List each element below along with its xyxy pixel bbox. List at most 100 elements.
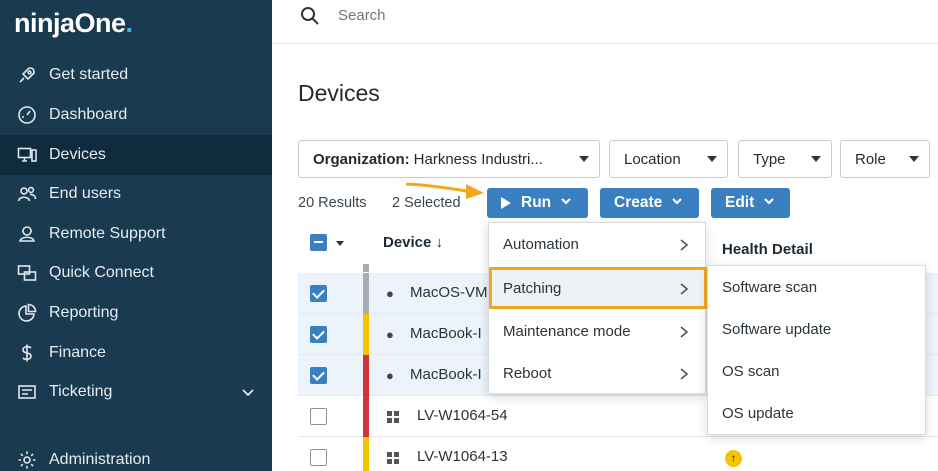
caret-down-icon bbox=[579, 156, 589, 162]
menu-item-label: Maintenance mode bbox=[503, 322, 631, 340]
run-dropdown-menu: Automation Patching Maintenance mode Reb… bbox=[488, 222, 707, 394]
windows-icon bbox=[387, 411, 399, 423]
sidebar-item-get-started[interactable]: Get started bbox=[0, 55, 272, 95]
caret-down-icon bbox=[811, 156, 821, 162]
menu-item-label: Reboot bbox=[503, 364, 552, 382]
chevron-down-icon[interactable] bbox=[240, 384, 256, 405]
apple-icon: ● bbox=[386, 286, 394, 301]
select-options-caret-icon[interactable] bbox=[336, 241, 344, 246]
apple-icon: ● bbox=[386, 368, 394, 383]
remote-support-icon bbox=[16, 223, 38, 245]
row-checkbox[interactable] bbox=[310, 367, 327, 384]
sidebar-item-label: Dashboard bbox=[49, 106, 128, 123]
search-input[interactable] bbox=[338, 7, 638, 24]
warning-arrow-up-icon: ↑ bbox=[725, 450, 742, 467]
top-search-bar bbox=[272, 0, 938, 44]
apple-icon: ● bbox=[386, 327, 394, 342]
sidebar-item-devices[interactable]: Devices bbox=[0, 135, 272, 175]
ninjaone-logo[interactable]: ninjaOne. bbox=[14, 8, 133, 39]
dollar-icon bbox=[16, 342, 38, 364]
gear-icon bbox=[16, 449, 38, 471]
chevron-right-icon bbox=[679, 325, 689, 342]
device-name[interactable]: MacBook-I bbox=[410, 366, 482, 383]
patching-submenu: Software scan Software update OS scan OS… bbox=[707, 265, 926, 435]
submenu-item-os-scan[interactable]: OS scan bbox=[708, 350, 927, 392]
row-checkbox[interactable] bbox=[310, 449, 327, 466]
location-filter[interactable]: Location bbox=[609, 140, 728, 178]
page-title: Devices bbox=[298, 80, 380, 106]
status-indicator bbox=[363, 437, 369, 471]
sidebar-item-finance[interactable]: Finance bbox=[0, 333, 272, 373]
sidebar: ninjaOne. Get started Dashboard Devices … bbox=[0, 0, 272, 471]
sidebar-item-label: Reporting bbox=[49, 304, 119, 321]
role-filter-label: Role bbox=[855, 150, 886, 168]
rocket-icon bbox=[16, 64, 38, 86]
sidebar-item-label: Ticketing bbox=[49, 383, 113, 400]
sidebar-item-label: End users bbox=[49, 185, 122, 202]
row-checkbox[interactable] bbox=[310, 408, 327, 425]
location-filter-label: Location bbox=[624, 150, 681, 168]
create-button-label: Create bbox=[614, 194, 663, 211]
caret-down-icon bbox=[909, 156, 919, 162]
device-name[interactable]: LV-W1064-54 bbox=[417, 407, 508, 424]
column-header-health-detail[interactable]: Health Detail bbox=[722, 241, 813, 258]
menu-item-patching[interactable]: Patching bbox=[489, 267, 707, 309]
sidebar-item-administration[interactable]: Administration bbox=[0, 440, 272, 471]
sidebar-item-remote-support[interactable]: Remote Support bbox=[0, 214, 272, 254]
chevron-down-icon bbox=[671, 194, 683, 212]
status-indicator bbox=[363, 396, 369, 437]
organization-filter-value: Harkness Industri... bbox=[413, 150, 543, 168]
sidebar-item-label: Quick Connect bbox=[49, 264, 154, 281]
menu-item-automation[interactable]: Automation bbox=[489, 223, 707, 265]
sidebar-item-end-users[interactable]: End users bbox=[0, 174, 272, 214]
edit-button-label: Edit bbox=[725, 194, 755, 211]
status-indicator bbox=[363, 355, 369, 396]
reporting-icon bbox=[16, 302, 38, 324]
submenu-item-label: OS update bbox=[722, 404, 794, 422]
chevron-right-icon bbox=[679, 367, 689, 384]
submenu-item-os-update[interactable]: OS update bbox=[708, 392, 927, 434]
type-filter-label: Type bbox=[753, 150, 786, 168]
status-indicator bbox=[363, 314, 369, 355]
annotation-arrow-icon bbox=[405, 182, 484, 199]
menu-item-reboot[interactable]: Reboot bbox=[489, 352, 707, 394]
users-icon bbox=[16, 183, 38, 205]
caret-down-icon bbox=[707, 156, 717, 162]
menu-item-label: Patching bbox=[503, 279, 562, 297]
organization-filter[interactable]: Organization: Harkness Industri... bbox=[298, 140, 600, 178]
device-name[interactable]: MacBook-I bbox=[410, 325, 482, 342]
submenu-item-label: OS scan bbox=[722, 362, 780, 380]
role-filter[interactable]: Role bbox=[840, 140, 930, 178]
type-filter[interactable]: Type bbox=[738, 140, 832, 178]
create-button[interactable]: Create bbox=[600, 188, 699, 218]
device-name[interactable]: MacOS-VM bbox=[410, 284, 488, 301]
table-row[interactable]: LV-W1064-13 ↑ bbox=[298, 437, 938, 471]
column-header-device[interactable]: Device ↓ bbox=[383, 234, 443, 251]
sidebar-item-reporting[interactable]: Reporting bbox=[0, 293, 272, 333]
sidebar-item-dashboard[interactable]: Dashboard bbox=[0, 95, 272, 135]
submenu-item-software-update[interactable]: Software update bbox=[708, 308, 927, 350]
menu-item-label: Automation bbox=[503, 235, 579, 253]
play-icon bbox=[501, 197, 511, 209]
row-checkbox[interactable] bbox=[310, 326, 327, 343]
chevron-right-icon bbox=[679, 282, 689, 299]
status-indicator bbox=[363, 264, 369, 272]
results-count: 20 Results bbox=[298, 195, 367, 211]
run-button-label: Run bbox=[521, 194, 552, 211]
submenu-item-software-scan[interactable]: Software scan bbox=[708, 266, 927, 308]
sidebar-item-label: Administration bbox=[49, 451, 151, 468]
menu-item-maintenance-mode[interactable]: Maintenance mode bbox=[489, 310, 707, 352]
quick-connect-icon bbox=[16, 262, 38, 284]
device-name[interactable]: LV-W1064-13 bbox=[417, 448, 508, 465]
search-icon[interactable] bbox=[300, 6, 320, 31]
edit-button[interactable]: Edit bbox=[711, 188, 790, 218]
chevron-right-icon bbox=[679, 238, 689, 255]
sidebar-item-quick-connect[interactable]: Quick Connect bbox=[0, 253, 272, 293]
submenu-item-label: Software scan bbox=[722, 278, 818, 296]
select-all-checkbox[interactable] bbox=[310, 234, 327, 251]
chevron-down-icon bbox=[763, 194, 775, 212]
sidebar-item-ticketing[interactable]: Ticketing bbox=[0, 372, 272, 412]
row-checkbox[interactable] bbox=[310, 285, 327, 302]
windows-icon bbox=[387, 452, 399, 464]
run-button[interactable]: Run bbox=[487, 188, 588, 218]
